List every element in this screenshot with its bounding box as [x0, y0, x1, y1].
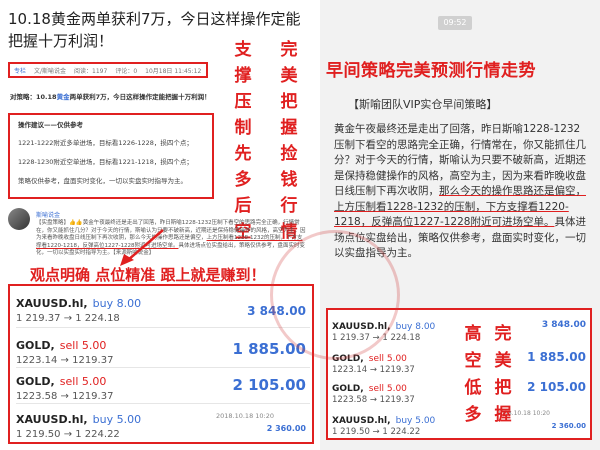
slogan-char: 先: [234, 144, 252, 164]
trade-symbol: XAUUSD.hl,: [16, 297, 88, 310]
trade-action: buy 8.00: [92, 297, 142, 310]
slogan-char: 空: [464, 351, 482, 371]
trade-row[interactable]: GOLD, sell 5.00 1223.14 → 1219.37 1 885.…: [16, 334, 310, 368]
post-body: 【实盘策略】👍👍黄金午夜最终还是走出了回落，昨日斯喻1228-1232压制下看空…: [36, 220, 306, 258]
summary-rest: 两单获利7万，今日这样操作定能把握十万利润！: [69, 93, 211, 101]
right-slogan-grid: 高 完 空 美 低 把 多 握: [458, 322, 518, 428]
slogan-char: 美: [280, 66, 298, 86]
trade-symbol: GOLD,: [16, 339, 55, 352]
slogan-char: 低: [464, 378, 482, 398]
trade-action: sell 5.00: [368, 384, 407, 394]
strategy-headline: 早间策略完美预测行情走势: [326, 61, 536, 81]
trade-profit: 1 885.00: [527, 350, 586, 364]
meta-date: 10月18日 11:45:12: [145, 68, 202, 75]
watermark-seal: [270, 230, 400, 360]
right-chat-panel: 09:52 早间策略完美预测行情走势 【斯喻团队VIP实仓早间策略】 黄金午夜最…: [320, 0, 600, 450]
arrow-down-icon: [120, 229, 164, 266]
trade-profit: 2 360.00: [266, 424, 306, 433]
slogan-char: 把: [280, 92, 298, 112]
trade-action: sell 5.00: [59, 375, 107, 388]
slogan-char: 多: [464, 405, 482, 425]
trade-row[interactable]: XAUUSD.hl, buy 8.00 1 219.37 → 1 224.18 …: [16, 292, 310, 328]
slogan-char: 多: [234, 170, 252, 190]
trade-row[interactable]: XAUUSD.hl, buy 5.00 1 219.50 → 1 224.22 …: [16, 408, 310, 440]
trade-symbol: XAUUSD.hl,: [16, 413, 88, 426]
advice-line-2: 1228-1230附近空单进场，目标看1221-1218，损四个点；: [18, 158, 193, 166]
summary-gold-link[interactable]: 黄金: [57, 93, 70, 101]
slogan-char: 钱: [280, 170, 298, 190]
left-trade-records: XAUUSD.hl, buy 8.00 1 219.37 → 1 224.18 …: [8, 284, 314, 444]
left-article-panel: 10.18黄金两单获利7万，今日这样操作定能把握十万利润！ 专栏 文/斯喻说金 …: [0, 0, 320, 450]
summary-date: 10.18: [36, 93, 57, 101]
slogan-char: 支: [234, 40, 252, 60]
advice-heading: 操作建议——仅供参考: [18, 121, 83, 129]
summary-prefix: 对策略：: [10, 93, 36, 101]
advice-line-3: 策略仅供参考，盘面实时变化，一切以实盘实时指导为主。: [18, 177, 187, 185]
trade-action: sell 5.00: [59, 339, 107, 352]
slogan-char: 捡: [280, 144, 298, 164]
slogan-char: 制: [234, 118, 252, 138]
meta-column-link[interactable]: 专栏: [14, 66, 26, 75]
trade-action: buy 5.00: [92, 413, 142, 426]
trade-date: 2018.10.18 10:20: [215, 412, 274, 420]
trade-row[interactable]: GOLD, sell 5.00 1223.58 → 1219.37 2 105.…: [16, 370, 310, 404]
article-meta-bar: 专栏 文/斯喻说金 阅读：1197 评论：0 10月18日 11:45:12: [8, 62, 208, 78]
slogan-char: 把: [494, 378, 512, 398]
slogan-char: 握: [280, 118, 298, 138]
slogan-char: 完: [280, 40, 298, 60]
trade-symbol: GOLD,: [16, 375, 55, 388]
trade-action: sell 5.00: [368, 354, 407, 364]
trade-profit: 3 848.00: [541, 320, 586, 330]
slogan-char: 美: [494, 351, 512, 371]
promo-callout: 观点明确 点位精准 跟上就是赚到！: [30, 266, 266, 284]
vip-strategy-title: 【斯喻团队VIP实仓早间策略】: [348, 98, 498, 111]
trade-action: buy 5.00: [395, 416, 436, 426]
trade-profit: 2 105.00: [527, 380, 586, 394]
meta-comments[interactable]: 评论：0: [115, 66, 137, 75]
trade-action: buy 8.00: [395, 322, 436, 332]
slogan-char: 完: [494, 324, 512, 344]
trade-symbol: GOLD,: [332, 384, 364, 394]
trade-symbol: XAUUSD.hl,: [332, 416, 391, 426]
meta-section: 文/斯喻说金: [34, 68, 67, 75]
slogan-char: 高: [464, 324, 482, 344]
post-author[interactable]: 斯喻说金: [36, 210, 60, 219]
slogan-char: 握: [494, 405, 512, 425]
trade-profit: 2 360.00: [551, 422, 586, 430]
slogan-char: 撑: [234, 66, 252, 86]
message-timestamp: 09:52: [438, 16, 472, 30]
meta-reads: 阅读：1197: [74, 68, 108, 75]
operation-advice-box: 操作建议——仅供参考 1221-1222附近多单进场，目标看1226-1228，…: [8, 113, 214, 199]
slogan-char: 压: [234, 92, 252, 112]
trade-price: 1 219.50 → 1 224.22: [332, 427, 421, 437]
advice-line-1: 1221-1222附近多单进场，目标看1226-1228，损四个点；: [18, 139, 193, 147]
trade-profit: 2 105.00: [232, 376, 306, 394]
avatar[interactable]: [8, 208, 30, 230]
